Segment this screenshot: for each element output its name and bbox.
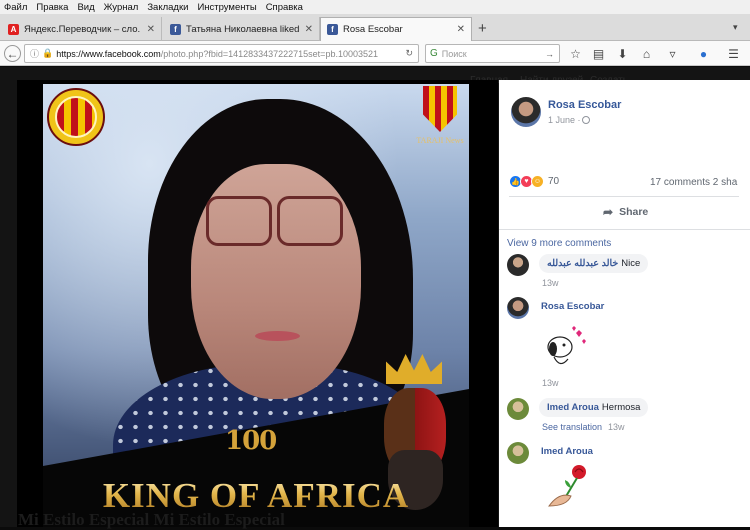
comment-meta: See translation 13w (542, 422, 625, 432)
club-crest (55, 96, 97, 138)
menu-history[interactable]: Журнал (104, 2, 139, 13)
search-engine-icon: G (430, 48, 438, 59)
post-side-panel: Rosa Escobar 1 June · 👍 ♥ ☺ 70 17 commen… (499, 80, 750, 527)
new-tab-button[interactable]: + (478, 20, 487, 37)
comment-item: Imed Aroua Hermosa See translation 13w (507, 398, 742, 438)
pocket-icon[interactable]: ▿ (664, 45, 681, 62)
menu-view[interactable]: Вид (77, 2, 94, 13)
menu-edit[interactable]: Правка (36, 2, 68, 13)
home-icon[interactable]: ⌂ (638, 45, 655, 62)
back-button[interactable]: ← (4, 45, 21, 62)
menu-hamburger-icon[interactable]: ☰ (725, 45, 742, 62)
close-icon[interactable]: ✕ (141, 24, 155, 35)
tab-facebook-like[interactable]: f Татьяна Николаевна liked... ✕ (164, 17, 320, 41)
comment-time[interactable]: 13w (542, 378, 559, 388)
view-more-comments-link[interactable]: View 9 more comments (507, 238, 611, 249)
facebook-icon: f (170, 23, 181, 35)
tab-list-chevron-icon[interactable]: ▾ (733, 22, 738, 33)
taraji-news-label: TARAJI News (416, 136, 464, 145)
comment-time[interactable]: 13w (608, 422, 625, 432)
reactions-count: 70 (548, 176, 560, 187)
photo-lips (255, 331, 300, 341)
share-button[interactable]: ➦ Share (603, 205, 648, 219)
share-icon: ➦ (603, 205, 614, 219)
commenter-name[interactable]: خالد عبدلله عبدلله (547, 258, 618, 269)
share-label: Share (619, 206, 649, 218)
see-translation-link[interactable]: See translation (542, 422, 602, 432)
menu-bookmarks[interactable]: Закладки (147, 2, 188, 13)
divider (499, 229, 750, 230)
close-icon[interactable]: ✕ (451, 24, 465, 35)
post-photo[interactable]: 100 KING OF AFRICA TARAJI News (43, 84, 469, 527)
yandex-translate-icon: A (8, 23, 19, 35)
club-logo-left (47, 88, 105, 146)
tab-title: Татьяна Николаевна liked... (186, 23, 299, 35)
reactions-summary[interactable]: 👍 ♥ ☺ 70 (509, 175, 559, 188)
rose-sticker-svg (548, 465, 586, 507)
menu-file[interactable]: Файл (4, 2, 27, 13)
comment-item: خالد عبدلله عبدلله Nice 13w (507, 254, 742, 290)
reload-icon[interactable]: ↻ (405, 48, 413, 59)
snoopy-sticker-svg (547, 326, 586, 365)
commenter-avatar[interactable] (507, 254, 529, 276)
shield-icon (423, 86, 457, 132)
back-arrow-icon: ← (6, 46, 19, 61)
tab-title: Rosa Escobar (343, 24, 403, 35)
globe-icon (582, 116, 590, 124)
commenter-name[interactable]: Imed Aroua (541, 446, 593, 457)
glasses-left-lens (206, 196, 272, 246)
commenter-name[interactable]: Rosa Escobar (541, 301, 604, 312)
tab-yandex-translate[interactable]: A Яндекс.Переводчик – сло... ✕ (2, 17, 162, 41)
url-domain: https://www.facebook.com (56, 48, 161, 59)
commenter-avatar[interactable] (507, 297, 529, 319)
author-name[interactable]: Rosa Escobar (548, 99, 621, 111)
comment-item: Imed Aroua (507, 442, 742, 527)
close-icon[interactable]: ✕ (299, 24, 313, 35)
url-path: /photo.php?fbid=1412833437222715set=pb.1… (160, 48, 378, 59)
glasses-right-lens (277, 196, 343, 246)
comment-text: Nice (621, 258, 641, 269)
post-date[interactable]: 1 June · (548, 115, 581, 125)
comment-bubble: خالد عبدلله عبدلله Nice (539, 254, 649, 273)
photo-bottom-overlay-text: Mi Estilo Especial Mi Estilo Especial (18, 510, 285, 529)
commenter-name[interactable]: Imed Aroua (547, 402, 599, 413)
search-placeholder: Поиск (441, 48, 467, 59)
library-icon[interactable]: ▤ (590, 45, 607, 62)
facebook-icon: f (327, 24, 338, 35)
bookmark-star-icon[interactable]: ☆ (567, 45, 584, 62)
snoopy-sticker (540, 325, 590, 373)
extension-icon[interactable]: ● (695, 45, 712, 62)
tab-rosa-escobar[interactable]: f Rosa Escobar ✕ (320, 17, 472, 41)
rose-sticker (545, 462, 595, 512)
crown-icon (386, 354, 442, 384)
comment-time[interactable]: 13w (542, 278, 559, 288)
comment-item: Rosa Escobar 13w (507, 297, 742, 392)
commenter-avatar[interactable] (507, 398, 529, 420)
menu-help[interactable]: Справка (266, 2, 303, 13)
url-bar[interactable]: ⓘ 🔒 https://www.facebook.com/photo.php?f… (24, 44, 419, 63)
haha-icon: ☺ (531, 175, 544, 188)
search-icon[interactable]: → (545, 49, 554, 59)
comment-bubble: Imed Aroua Hermosa (539, 398, 649, 417)
search-input[interactable]: G Поиск → (425, 44, 560, 63)
comments-shares-count[interactable]: 17 comments 2 sha (650, 177, 737, 188)
tab-title: Яндекс.Переводчик – сло... (24, 23, 141, 35)
info-icon: ⓘ (30, 49, 40, 59)
menu-bar: Файл Правка Вид Журнал Закладки Инструме… (0, 0, 750, 14)
menu-tools[interactable]: Инструменты (197, 2, 256, 13)
nav-bar: ← ⓘ 🔒 https://www.facebook.com/photo.php… (0, 41, 750, 66)
divider (509, 196, 739, 197)
download-icon[interactable]: ⬇ (614, 45, 631, 62)
badge-100: 100 (225, 426, 277, 456)
tab-strip: A Яндекс.Переводчик – сло... ✕ f Татьяна… (0, 14, 750, 41)
comment-text: Hermosa (601, 402, 641, 413)
commenter-avatar[interactable] (507, 442, 529, 464)
taraji-news-logo: TARAJI News (415, 86, 465, 158)
lock-icon: 🔒 (42, 48, 54, 58)
author-avatar[interactable] (511, 97, 541, 127)
